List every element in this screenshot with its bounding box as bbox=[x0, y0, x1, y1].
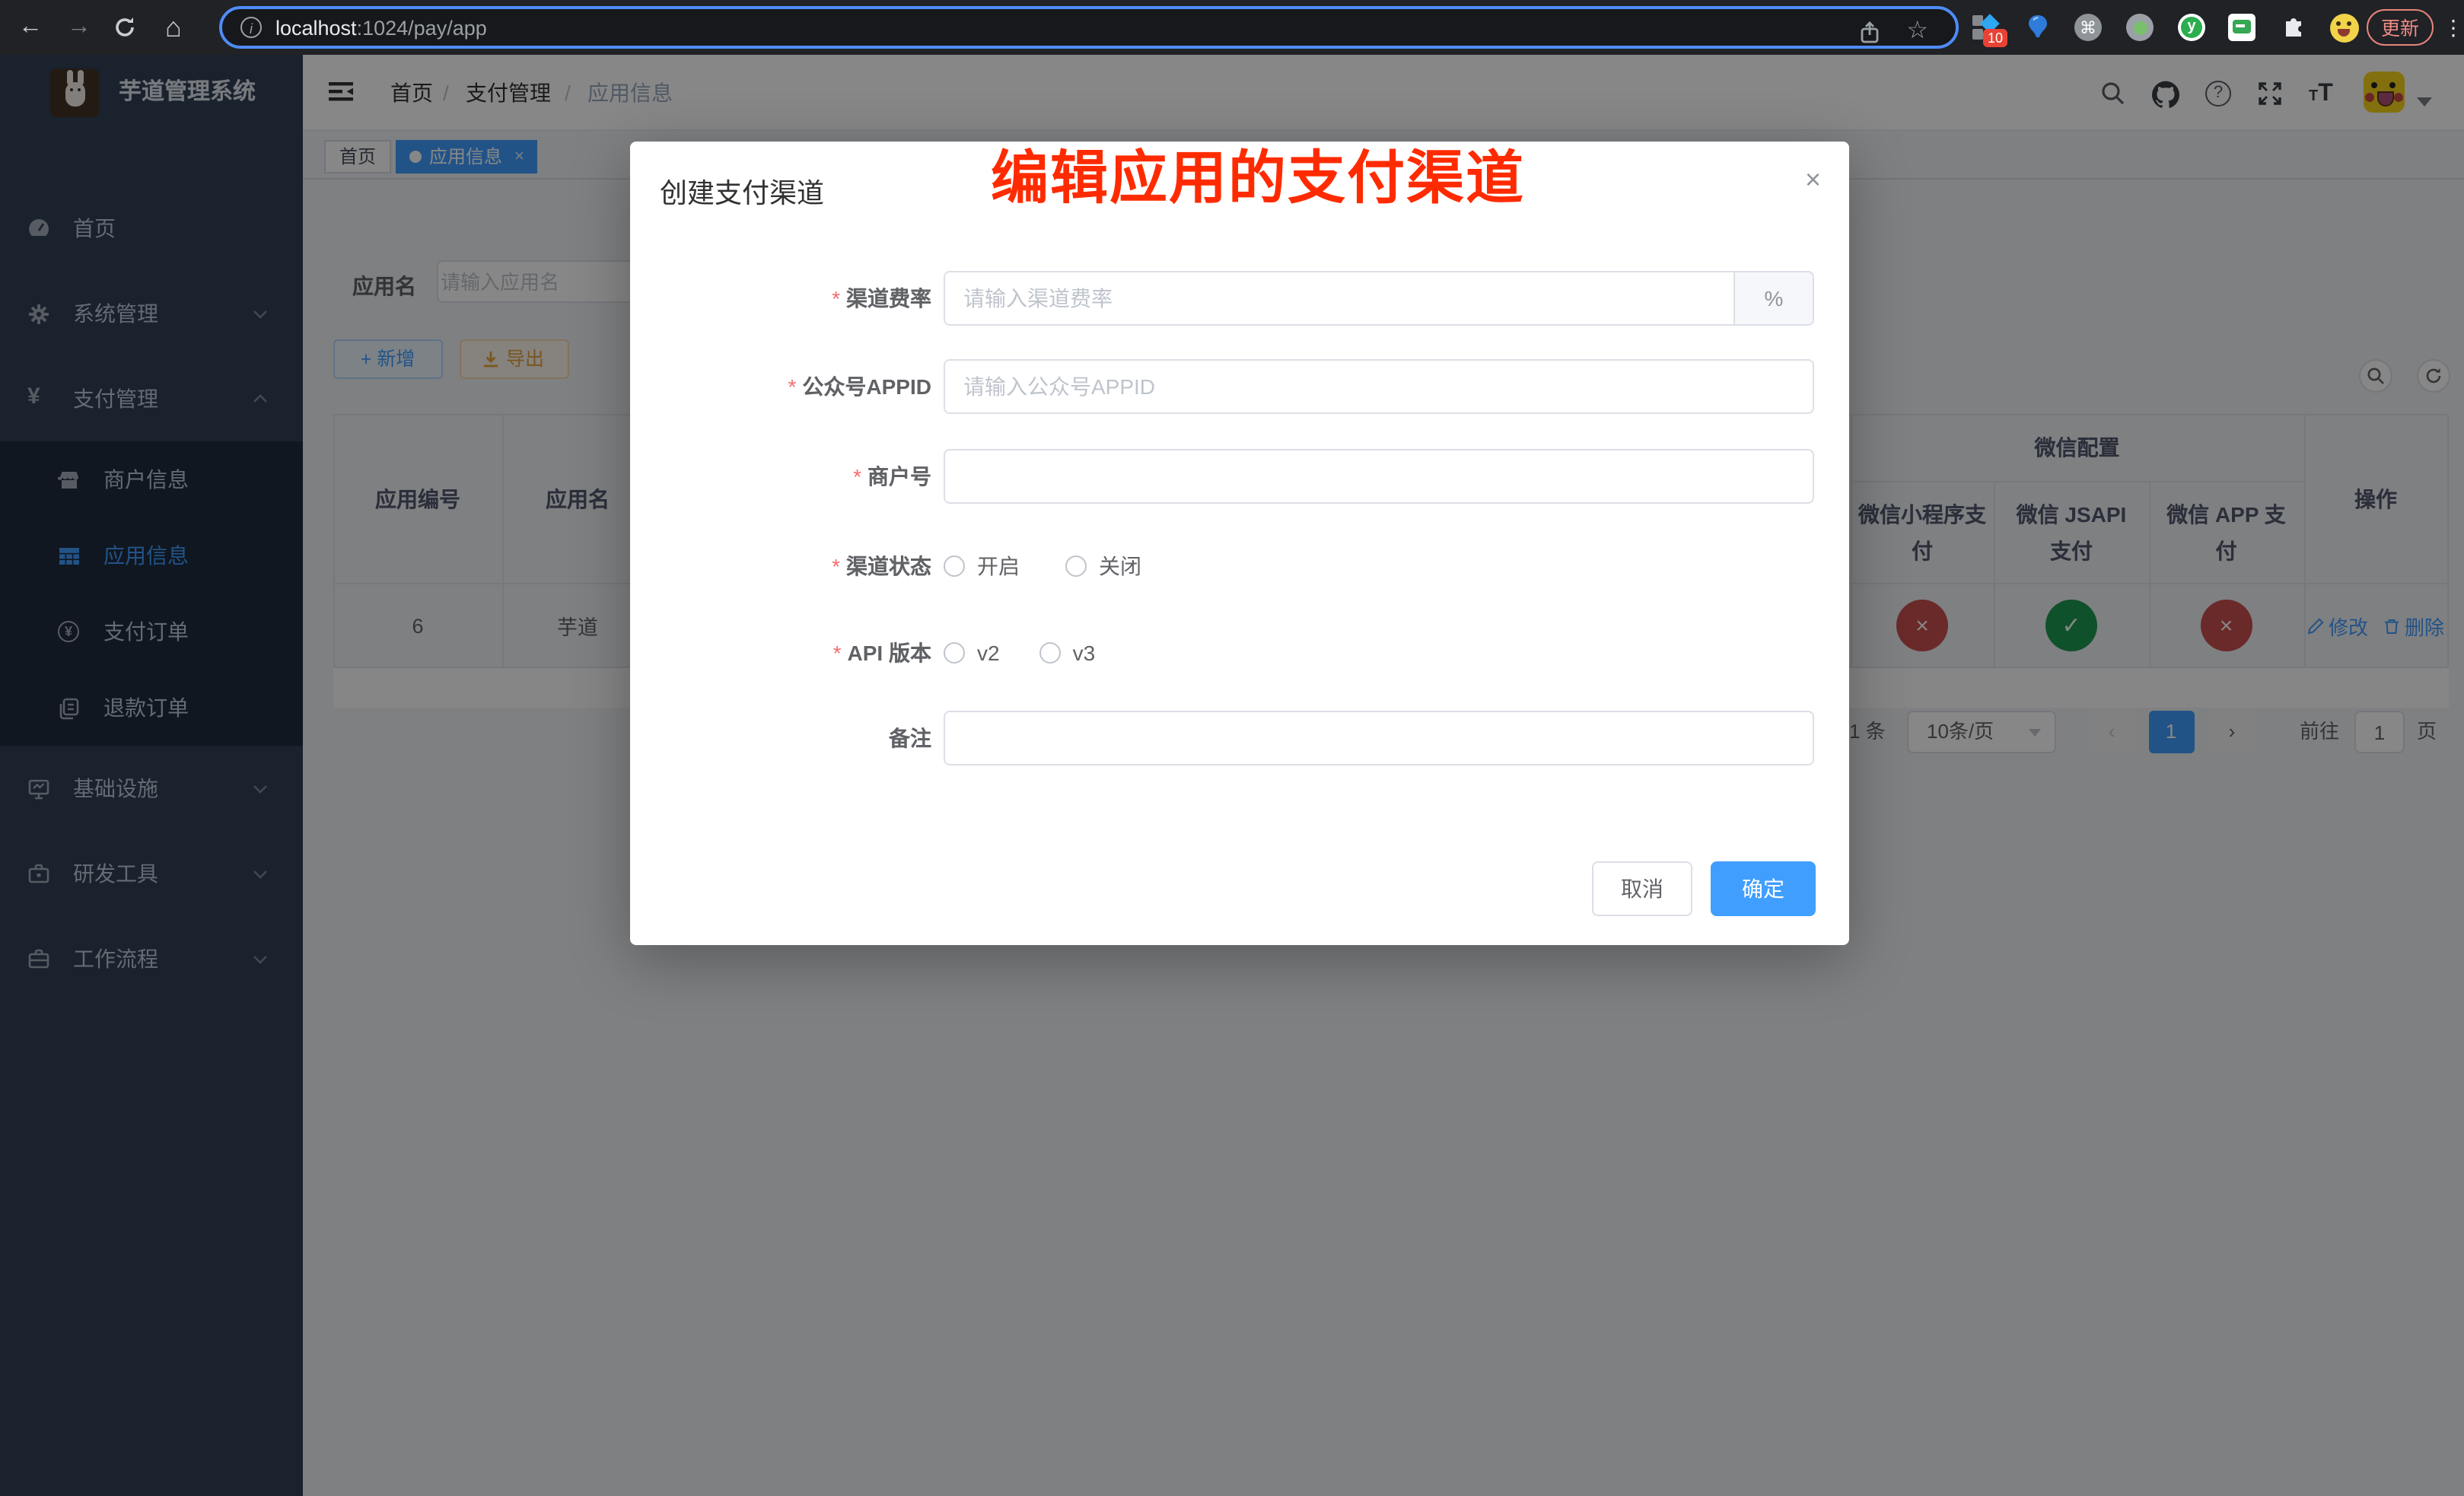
form-row-status: *渠道状态 开启 关闭 bbox=[629, 539, 1848, 594]
browser-toolbar: ← → ⌂ i localhost:1024/pay/app ☆ 10 ⌘ bbox=[0, 0, 2464, 55]
remark-input[interactable] bbox=[944, 711, 1814, 766]
radio-label: v2 bbox=[977, 641, 1000, 665]
official-account-appid-input[interactable] bbox=[944, 358, 1814, 413]
radio-api-v2[interactable]: v2 bbox=[944, 641, 1000, 665]
merchant-label: 商户号 bbox=[867, 464, 931, 489]
rate-label: 渠道费率 bbox=[846, 286, 931, 310]
required-mark: * bbox=[833, 641, 842, 665]
site-info-icon[interactable]: i bbox=[240, 17, 262, 38]
extension-icon-y[interactable]: y bbox=[2178, 14, 2205, 41]
extensions-puzzle-icon[interactable] bbox=[2280, 14, 2307, 41]
browser-reload-button[interactable] bbox=[113, 15, 137, 40]
extension-icon-chat[interactable] bbox=[2228, 14, 2255, 41]
channel-rate-input[interactable] bbox=[944, 271, 1735, 326]
profile-avatar-emoji[interactable] bbox=[2330, 14, 2359, 43]
browser-forward-button[interactable]: → bbox=[58, 0, 100, 55]
required-mark: * bbox=[832, 554, 840, 578]
bookmark-star-icon[interactable]: ☆ bbox=[1906, 15, 1928, 46]
form-row-remark: 备注 bbox=[629, 711, 1848, 766]
required-mark: * bbox=[788, 374, 797, 398]
form-row-merchant: *商户号 bbox=[629, 449, 1848, 504]
radio-circle-icon bbox=[1065, 555, 1087, 577]
app-viewport: 芋道管理系统 首页 系统管理 ¥ 支付管理 bbox=[0, 55, 2464, 1496]
chrome-menu-icon[interactable]: ⋮ bbox=[2443, 0, 2464, 55]
remark-label: 备注 bbox=[889, 726, 931, 750]
radio-label: v3 bbox=[1073, 641, 1096, 665]
rate-percent-suffix: % bbox=[1735, 271, 1814, 326]
radio-circle-icon bbox=[944, 555, 965, 577]
extension-icon-balloon[interactable] bbox=[2024, 14, 2052, 41]
cancel-button[interactable]: 取消 bbox=[1592, 861, 1692, 916]
required-mark: * bbox=[853, 464, 861, 489]
create-pay-channel-dialog: 创建支付渠道 × *渠道费率 % *公众号APPID *商户号 *渠道状态 开启… bbox=[629, 142, 1848, 944]
extension-icon-command[interactable]: ⌘ bbox=[2074, 14, 2102, 41]
extension-icon-green-dot[interactable] bbox=[2126, 14, 2154, 41]
radio-circle-icon bbox=[944, 642, 965, 664]
screen: ← → ⌂ i localhost:1024/pay/app ☆ 10 ⌘ bbox=[0, 0, 2464, 1496]
radio-label: 开启 bbox=[977, 551, 1020, 581]
form-row-appid: *公众号APPID bbox=[629, 358, 1848, 413]
address-bar[interactable]: i localhost:1024/pay/app ☆ bbox=[219, 6, 1959, 49]
form-row-api-version: *API 版本 v2 v3 bbox=[629, 625, 1848, 680]
merchant-id-input[interactable] bbox=[944, 449, 1814, 504]
chrome-update-button[interactable]: 更新 bbox=[2367, 9, 2434, 46]
form-row-rate: *渠道费率 % bbox=[629, 271, 1848, 326]
radio-status-on[interactable]: 开启 bbox=[944, 551, 1020, 581]
dialog-close-icon[interactable]: × bbox=[1805, 166, 1821, 193]
share-icon[interactable] bbox=[1860, 21, 1880, 44]
appid-label: 公众号APPID bbox=[802, 374, 931, 398]
url-host: localhost bbox=[275, 16, 357, 39]
extension-badge: 10 bbox=[1983, 29, 2007, 47]
radio-circle-icon bbox=[1039, 642, 1061, 664]
radio-label: 关闭 bbox=[1099, 551, 1141, 581]
dialog-title: 创建支付渠道 bbox=[660, 172, 824, 212]
confirm-button[interactable]: 确定 bbox=[1711, 861, 1816, 916]
required-mark: * bbox=[832, 286, 840, 310]
api-version-label: API 版本 bbox=[848, 641, 931, 665]
radio-api-v3[interactable]: v3 bbox=[1039, 641, 1096, 665]
radio-status-off[interactable]: 关闭 bbox=[1065, 551, 1141, 581]
annotation-text: 编辑应用的支付渠道 bbox=[991, 131, 1525, 215]
browser-back-button[interactable]: ← bbox=[9, 0, 52, 55]
browser-home-button[interactable]: ⌂ bbox=[152, 0, 195, 55]
status-label: 渠道状态 bbox=[846, 554, 931, 578]
url-path: :1024/pay/app bbox=[357, 16, 487, 39]
